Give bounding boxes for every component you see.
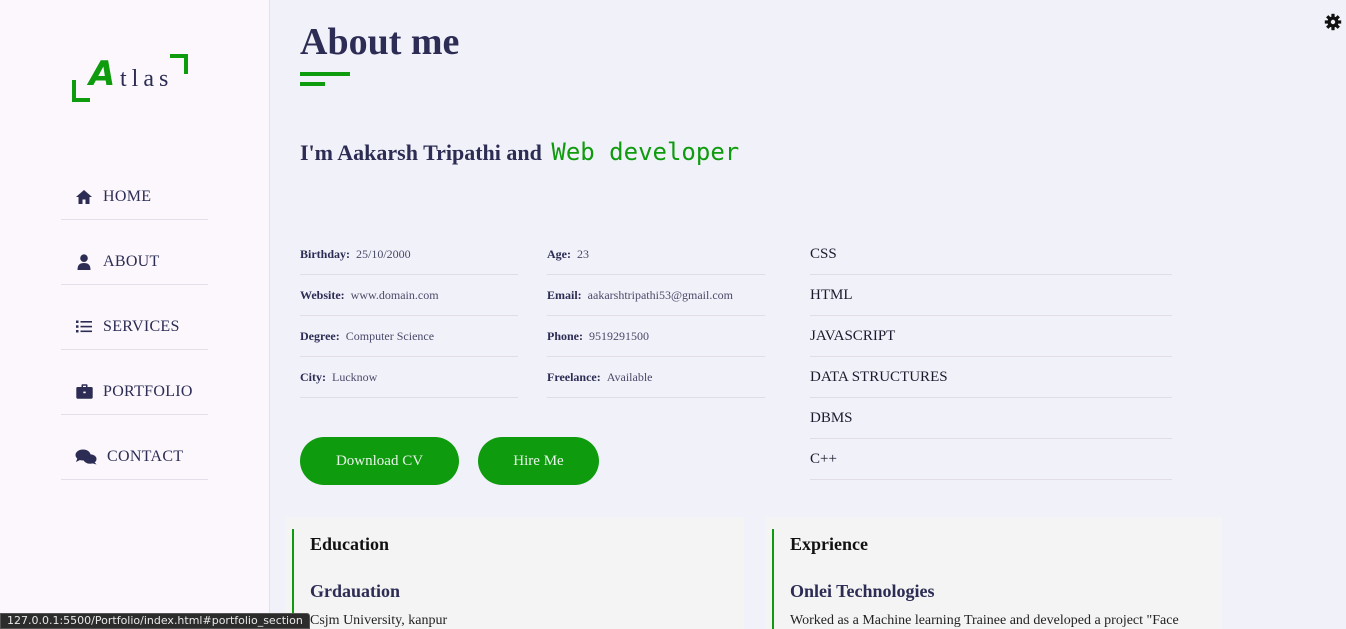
info-column-1: Birthday: 25/10/2000 Website: www.domain.c… xyxy=(300,234,518,398)
briefcase-icon xyxy=(75,384,93,400)
info-value: Available xyxy=(606,369,653,384)
info-value: aakarshtripathi53@gmail.com xyxy=(587,287,734,302)
settings-gear-icon[interactable] xyxy=(1324,13,1342,31)
intro-text: I'm Aakarsh Tripathi and xyxy=(300,140,542,165)
browser-status-bar: 127.0.0.1:5500/Portfolio/index.html#port… xyxy=(0,613,310,629)
sidebar-item-label: SERVICES xyxy=(103,317,180,335)
info-row: Website: www.domain.com xyxy=(300,275,518,316)
info-row: Phone: 9519291500 xyxy=(547,316,765,357)
info-key: Birthday: xyxy=(300,246,351,261)
sidebar-item-label: HOME xyxy=(103,187,152,205)
title-underline-short xyxy=(300,82,325,86)
info-key: Website: xyxy=(300,287,345,302)
experience-card: Exprience Onlei Technologies Worked as a… xyxy=(765,517,1222,629)
info-row: Degree: Computer Science xyxy=(300,316,518,357)
info-key: Age: xyxy=(547,246,571,261)
skill-item: DATA STRUCTURES xyxy=(810,357,1172,398)
info-key: Phone: xyxy=(547,328,583,343)
info-column-2: Age: 23 Email: aakarshtripathi53@gmail.com… xyxy=(547,234,765,398)
experience-heading: Exprience xyxy=(790,534,868,554)
logo-text: tlas xyxy=(120,66,174,92)
skill-item: JAVASCRIPT xyxy=(810,316,1172,357)
sidebar-item-home[interactable]: HOME xyxy=(61,174,208,220)
education-card: Education Grdauation Csjm University, ka… xyxy=(285,517,744,629)
skill-item: CSS xyxy=(810,234,1172,275)
info-row: City: Lucknow xyxy=(300,357,518,398)
logo-bracket-left xyxy=(72,80,90,102)
sidebar: A tlas HOME ABOUT SERVICES PORTFOLIO CON… xyxy=(0,0,270,629)
hire-me-button[interactable]: Hire Me xyxy=(478,437,599,485)
info-value: 23 xyxy=(577,246,589,261)
experience-item-text: Worked as a Machine learning Trainee and… xyxy=(790,613,1179,628)
sidebar-item-services[interactable]: SERVICES xyxy=(61,304,208,350)
education-item-title: Grdauation xyxy=(310,581,401,601)
info-key: Degree: xyxy=(300,328,340,343)
download-cv-button[interactable]: Download CV xyxy=(300,437,459,485)
list-icon xyxy=(75,319,93,335)
info-value: 9519291500 xyxy=(589,328,649,343)
page-title: About me xyxy=(300,21,460,63)
experience-item-title: Onlei Technologies xyxy=(790,581,935,601)
info-value: www.domain.com xyxy=(350,287,439,302)
logo-letter: A xyxy=(89,54,116,94)
sidebar-item-label: CONTACT xyxy=(107,447,184,465)
info-value: Lucknow xyxy=(332,369,378,384)
info-value: 25/10/2000 xyxy=(356,246,411,261)
title-underline xyxy=(300,72,350,76)
info-value: Computer Science xyxy=(345,328,435,343)
comments-icon xyxy=(75,449,97,465)
intro-heading: I'm Aakarsh Tripathi and Web developer xyxy=(300,138,739,166)
info-row: Age: 23 xyxy=(547,234,765,275)
info-key: Freelance: xyxy=(547,369,601,384)
typed-role: Web developer xyxy=(551,138,740,166)
skill-item: HTML xyxy=(810,275,1172,316)
timeline-line xyxy=(772,529,774,629)
info-row: Email: aakarshtripathi53@gmail.com xyxy=(547,275,765,316)
sidebar-item-label: ABOUT xyxy=(103,252,160,270)
info-key: City: xyxy=(300,369,326,384)
info-row: Birthday: 25/10/2000 xyxy=(300,234,518,275)
skill-item: C++ xyxy=(810,439,1172,480)
sidebar-item-contact[interactable]: CONTACT xyxy=(61,434,208,480)
info-key: Email: xyxy=(547,287,582,302)
logo[interactable]: A tlas xyxy=(72,54,188,102)
sidebar-nav: HOME ABOUT SERVICES PORTFOLIO CONTACT xyxy=(61,174,208,499)
skills-list: CSS HTML JAVASCRIPT DATA STRUCTURES DBMS… xyxy=(810,234,1172,480)
sidebar-item-about[interactable]: ABOUT xyxy=(61,239,208,285)
user-icon xyxy=(75,253,93,270)
education-heading: Education xyxy=(310,534,390,554)
info-row: Freelance: Available xyxy=(547,357,765,398)
skill-item: DBMS xyxy=(810,398,1172,439)
home-icon xyxy=(75,189,93,205)
sidebar-item-portfolio[interactable]: PORTFOLIO xyxy=(61,369,208,415)
sidebar-item-label: PORTFOLIO xyxy=(103,382,193,400)
education-item-text: Csjm University, kanpur xyxy=(310,613,448,628)
